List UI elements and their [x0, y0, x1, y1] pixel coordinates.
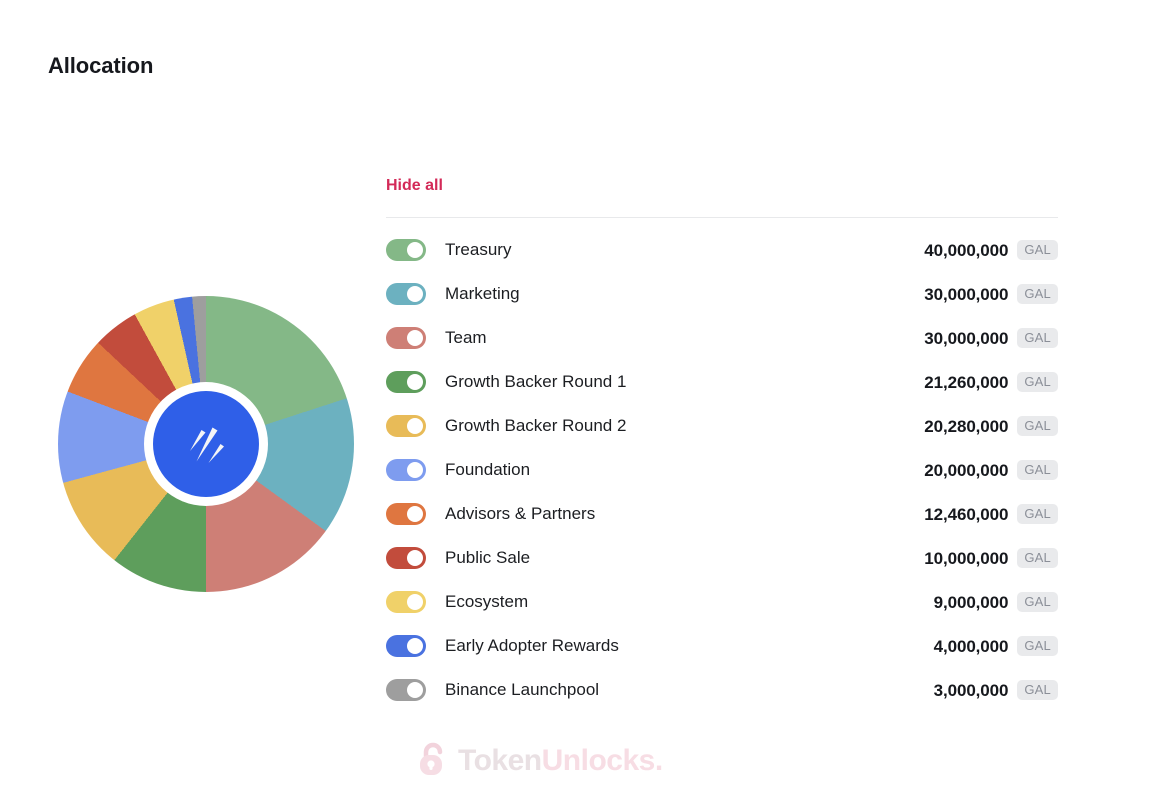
- toggle-knob: [407, 418, 423, 434]
- unit-badge: GAL: [1017, 416, 1058, 436]
- unit-badge: GAL: [1017, 284, 1058, 304]
- unit-badge: GAL: [1017, 328, 1058, 348]
- legend-label: Public Sale: [445, 548, 874, 568]
- toggle-knob: [407, 374, 423, 390]
- legend-value: 12,460,000: [924, 505, 1008, 524]
- unit-badge: GAL: [1017, 680, 1058, 700]
- legend-label: Treasury: [445, 240, 874, 260]
- legend-toggle[interactable]: [386, 547, 426, 569]
- legend-label: Foundation: [445, 460, 874, 480]
- legend-value: 30,000,000: [924, 285, 1008, 304]
- legend-row[interactable]: Public Sale 10,000,000 GAL: [386, 536, 1058, 580]
- legend-value-cell: 20,280,000 GAL: [874, 416, 1058, 437]
- token-logo-icon: [153, 391, 259, 497]
- legend-toggle[interactable]: [386, 459, 426, 481]
- legend-toggle[interactable]: [386, 415, 426, 437]
- legend-list: Treasury40,000,000GALMarketing30,000,000…: [386, 228, 1058, 712]
- legend-row[interactable]: Early Adopter Rewards 4,000,000 GAL: [386, 624, 1058, 668]
- legend-toggle[interactable]: [386, 327, 426, 349]
- legend-row[interactable]: Binance Launchpool 3,000,000 GAL: [386, 668, 1058, 712]
- legend-toggle[interactable]: [386, 283, 426, 305]
- legend-value-cell: 20,000,000 GAL: [874, 460, 1058, 481]
- toggle-knob: [407, 506, 423, 522]
- toggle-knob: [407, 594, 423, 610]
- legend-value: 3,000,000: [934, 681, 1009, 700]
- legend-row[interactable]: Ecosystem 9,000,000 GAL: [386, 580, 1058, 624]
- hide-all-button[interactable]: Hide all: [386, 176, 443, 196]
- legend-divider: [386, 217, 1058, 218]
- legend-value: 9,000,000: [934, 593, 1009, 612]
- toggle-knob: [407, 330, 423, 346]
- legend-toggle[interactable]: [386, 503, 426, 525]
- legend-value-cell: 40,000,000 GAL: [874, 240, 1058, 261]
- legend-label: Team: [445, 328, 874, 348]
- unit-badge: GAL: [1017, 592, 1058, 612]
- legend-value-cell: 10,000,000 GAL: [874, 548, 1058, 569]
- legend-value-cell: 30,000,000 GAL: [874, 328, 1058, 349]
- legend-row[interactable]: Marketing 30,000,000 GAL: [386, 272, 1058, 316]
- allocation-donut-chart: [58, 296, 354, 592]
- legend-label: Growth Backer Round 1: [445, 372, 874, 392]
- legend-toggle[interactable]: [386, 591, 426, 613]
- unit-badge: GAL: [1017, 548, 1058, 568]
- legend-label: Ecosystem: [445, 592, 874, 612]
- legend-row[interactable]: Growth Backer Round 2 20,280,000 GAL: [386, 404, 1058, 448]
- legend-label: Early Adopter Rewards: [445, 636, 874, 656]
- legend-value: 10,000,000: [924, 549, 1008, 568]
- legend-value: 20,000,000: [924, 461, 1008, 480]
- unit-badge: GAL: [1017, 636, 1058, 656]
- legend-value-cell: 12,460,000 GAL: [874, 504, 1058, 525]
- legend-row[interactable]: Foundation 20,000,000 GAL: [386, 448, 1058, 492]
- legend-toggle[interactable]: [386, 371, 426, 393]
- unit-badge: GAL: [1017, 372, 1058, 392]
- legend-value: 4,000,000: [934, 637, 1009, 656]
- toggle-knob: [407, 682, 423, 698]
- legend-value-cell: 4,000,000 GAL: [874, 636, 1058, 657]
- legend-row[interactable]: Team 30,000,000 GAL: [386, 316, 1058, 360]
- legend-value-cell: 30,000,000 GAL: [874, 284, 1058, 305]
- legend-label: Marketing: [445, 284, 874, 304]
- legend-value: 30,000,000: [924, 329, 1008, 348]
- unit-badge: GAL: [1017, 460, 1058, 480]
- allocation-legend: Hide all Treasury40,000,000GALMarketing3…: [386, 176, 1058, 712]
- watermark-text-primary: Token: [458, 744, 542, 777]
- legend-value: 40,000,000: [924, 241, 1008, 260]
- legend-value-cell: 21,260,000 GAL: [874, 372, 1058, 393]
- legend-value: 21,260,000: [924, 373, 1008, 392]
- legend-value: 20,280,000: [924, 417, 1008, 436]
- legend-value-cell: 9,000,000 GAL: [874, 592, 1058, 613]
- unit-badge: GAL: [1017, 504, 1058, 524]
- legend-label: Growth Backer Round 2: [445, 416, 874, 436]
- legend-row[interactable]: Treasury 40,000,000 GAL: [386, 228, 1058, 272]
- legend-label: Binance Launchpool: [445, 680, 874, 700]
- toggle-knob: [407, 550, 423, 566]
- legend-value-cell: 3,000,000 GAL: [874, 680, 1058, 701]
- unit-badge: GAL: [1017, 240, 1058, 260]
- legend-toggle[interactable]: [386, 679, 426, 701]
- legend-toggle[interactable]: [386, 239, 426, 261]
- legend-row[interactable]: Advisors & Partners 12,460,000 GAL: [386, 492, 1058, 536]
- toggle-knob: [407, 242, 423, 258]
- legend-row[interactable]: Growth Backer Round 1 21,260,000 GAL: [386, 360, 1058, 404]
- padlock-icon: [418, 740, 448, 781]
- allocation-page: Allocation Hide all Treasury 40,000,000 GA…: [0, 0, 1152, 808]
- page-title: Allocation: [48, 53, 153, 79]
- legend-label: Advisors & Partners: [445, 504, 874, 524]
- toggle-knob: [407, 462, 423, 478]
- tokenunlocks-watermark: TokenUnlocks.: [418, 740, 663, 781]
- donut-center-hole: [144, 382, 268, 506]
- legend-toggle[interactable]: [386, 635, 426, 657]
- toggle-knob: [407, 286, 423, 302]
- toggle-knob: [407, 638, 423, 654]
- watermark-text-secondary: Unlocks.: [542, 744, 663, 777]
